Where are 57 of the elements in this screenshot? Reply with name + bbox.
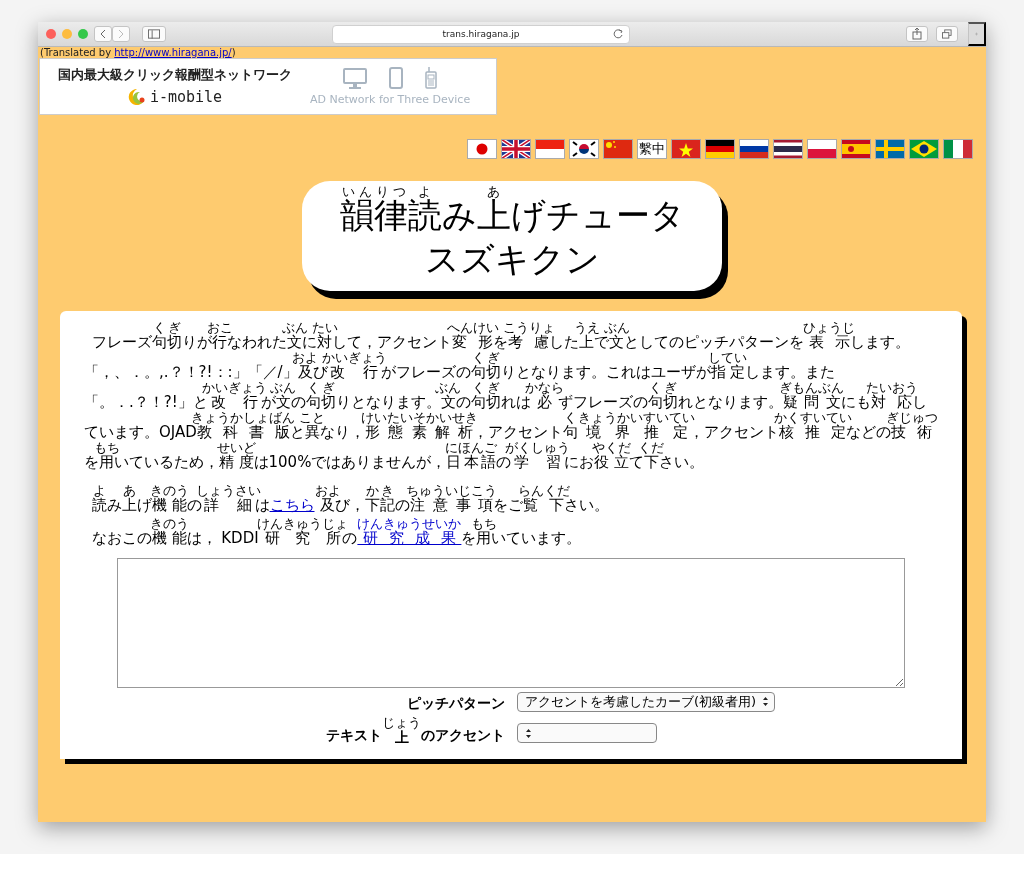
zoom-icon <box>78 29 88 39</box>
updown-arrows-icon <box>525 727 532 739</box>
ad-headline: 国内最大級クリック報酬型ネットワーク <box>58 67 292 84</box>
flag-link[interactable] <box>773 139 803 159</box>
flag-link[interactable] <box>501 139 531 159</box>
ad-tagline: AD Network for Three Device <box>310 93 471 106</box>
field-label: テキスト じょう 上 のアクセント <box>325 715 505 746</box>
dropdown[interactable]: アクセントを考慮したカーブ(初級者用) <box>517 691 776 712</box>
share-icon <box>912 28 922 40</box>
flag-link[interactable] <box>705 139 735 159</box>
flag-icon <box>807 139 837 159</box>
description-text: なおこの機能 きのう は， KDDI 研究所 けんきゅうじょ の 研究成果 けんきゅうせいか を用 もち いています。 <box>84 516 938 550</box>
flag-link[interactable] <box>909 139 939 159</box>
text-input-area[interactable] <box>117 557 905 688</box>
share-button[interactable] <box>906 26 928 42</box>
link[interactable]: http://www.hiragana.jp/ <box>114 47 232 58</box>
forward-icon <box>118 29 124 39</box>
mobile-phone-icon <box>425 67 438 89</box>
tabs-button[interactable] <box>936 26 958 42</box>
updown-arrows-icon <box>762 696 770 708</box>
flag-icon <box>501 139 531 159</box>
flag-icon <box>739 139 769 159</box>
flag-icon <box>671 139 701 159</box>
monitor-icon <box>343 68 368 89</box>
minimize-icon <box>62 29 72 39</box>
flag-icon <box>705 139 735 159</box>
sidebar-button[interactable] <box>142 26 166 42</box>
reload-icon <box>613 28 623 39</box>
flag-icon <box>467 139 497 159</box>
flag-icon <box>603 139 633 159</box>
flag-icon <box>841 139 871 159</box>
back-button[interactable] <box>94 26 112 42</box>
flag-icon <box>909 139 939 159</box>
flag-icon <box>535 139 565 159</box>
flag-icon <box>875 139 905 159</box>
page-title: 韻律 いんりつ 読 よ み上 あ げチュータ スズキクン <box>338 185 686 282</box>
close-icon <box>46 29 56 39</box>
link[interactable]: こちら <box>269 495 315 517</box>
language-link[interactable]: 繫中 <box>637 139 667 159</box>
description-text: 読 よ み上 あ げ機能 きのう の詳細 しょうさい はこちら 及 およ び，下記 かき の注意事項 ちゅういじこう をご覧下 らんくだ さい。 <box>91 484 611 517</box>
flag-icon <box>569 139 599 159</box>
field-label: ピッチパターン <box>406 694 505 714</box>
translated-by-note: (Translated by http://www.hiragana.jp/) <box>40 47 236 58</box>
flag-icon <box>943 139 973 159</box>
flag-link[interactable] <box>569 139 599 159</box>
brand-logo-icon <box>127 88 146 106</box>
address-field[interactable]: trans.hiragana.jp <box>332 24 630 44</box>
link[interactable]: 研究成果 けんきゅうせいか <box>357 516 462 550</box>
flag-icon <box>773 139 803 159</box>
brand-name: i-mobile <box>149 88 223 106</box>
back-icon <box>100 29 106 39</box>
smartphone-icon <box>389 67 404 89</box>
flag-link[interactable] <box>739 139 769 159</box>
description-text: フレーズ句切 くぎ りが行 おこ なわれた文 ぶん に対 たい して，アクセント変形 へんけい を考慮 こうりょ した上 うえ で文 ぶん としてのピッチパターンを 表示 ひょうじ します。「，、．。,.？！?!：:」「／/」及 およ び改行 かいぎょう がフレーズの句切 くぎ りとなります。これはユーザが指定 してい します。また「。．.？！?!」と 改行 かいぎょう が文 ぶん の句切 くぎ りとなります。文 ぶん の句切 くぎ れは 必 かなら ずフレーズの句切 くぎ れとなります。疑問文 ぎもんぶん にも対応 たいおう しています。OJAD教科書版 きょうかしょばん と異 こと なり，形態素解析 けいたいそかいせき ，アクセント句 く 境界推定 きょうかいすいてい ，アクセント核推定 かくすいてい などの技術 ぎじゅつ を用 もち いているため，精度 せいど は100%ではありませんが，日本語 にほんご の学習 がくしゅう にお役立 やくだ て下 くだ さい。 <box>84 321 938 474</box>
sidebar-icon <box>148 29 160 39</box>
tabs-icon <box>942 29 952 39</box>
dropdown[interactable] <box>517 723 657 744</box>
